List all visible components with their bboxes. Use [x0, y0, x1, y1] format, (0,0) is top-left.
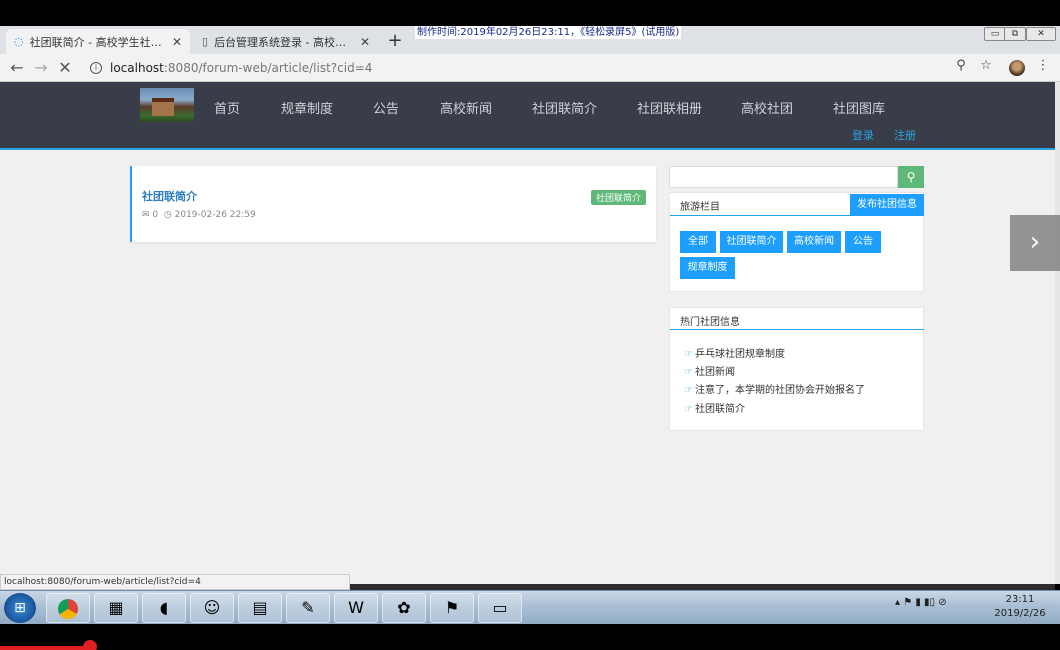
- hot-item[interactable]: ☞ 注意了，本学期的社团协会开始报名了: [684, 381, 865, 396]
- nav-clubs[interactable]: 高校社团: [741, 98, 793, 117]
- back-arrow-icon[interactable]: ←: [8, 58, 26, 78]
- info-icon[interactable]: i: [90, 62, 102, 74]
- clock-date: 2019/2/26: [994, 608, 1046, 619]
- category-badge: 社团联简介: [590, 190, 646, 205]
- zoom-icon[interactable]: ⚲: [952, 58, 970, 73]
- site-header: 首页 规章制度 公告 高校新闻 社团联简介 社团联相册 高校社团 社团图库 登录…: [0, 82, 1055, 150]
- divider: [670, 329, 924, 330]
- register-link[interactable]: 注册: [894, 127, 916, 143]
- site-logo[interactable]: [140, 88, 194, 122]
- category-button-rules[interactable]: 规章制度: [680, 257, 735, 279]
- nav-album[interactable]: 社团联相册: [637, 98, 702, 117]
- url-text: localhost:8080/forum-web/article/list?ci…: [110, 61, 373, 75]
- divider: [670, 215, 851, 216]
- loading-spinner-icon: ◌: [14, 35, 24, 48]
- tab-inactive[interactable]: ▯ 后台管理系统登录 - 高校学生社团 ✕: [194, 29, 378, 54]
- start-button[interactable]: ⊞: [4, 593, 36, 623]
- restore-button[interactable]: ⧉: [1004, 27, 1026, 41]
- category-button-news[interactable]: 高校新闻: [787, 231, 841, 253]
- browser-toolbar: ← → ✕ i localhost:8080/forum-web/article…: [0, 54, 1060, 82]
- nav-gallery[interactable]: 社团图库: [833, 98, 885, 117]
- article-meta: ✉ 0 ◷ 2019-02-26 22:59: [142, 210, 256, 220]
- tab-close-icon[interactable]: ✕: [360, 35, 370, 49]
- chrome-icon[interactable]: [46, 593, 90, 623]
- page-icon: ▯: [202, 35, 209, 48]
- thumbs-up-icon: ☞: [684, 367, 693, 378]
- hot-item[interactable]: ☞ 社团联简介: [684, 400, 745, 415]
- screen-recorder-icon[interactable]: ✿: [382, 593, 426, 623]
- page-scrollbar[interactable]: [1055, 82, 1060, 584]
- recording-indicator: [83, 640, 97, 650]
- search-icon: ⚲: [906, 170, 916, 184]
- menu-dots-icon[interactable]: ⋮: [1034, 58, 1052, 73]
- hot-panel-title: 热门社团信息: [680, 317, 740, 328]
- comment-icon: ✉: [142, 210, 150, 220]
- nav-news[interactable]: 高校新闻: [440, 98, 492, 117]
- category-panel-title: 旅游栏目: [680, 202, 720, 213]
- article-title[interactable]: 社团联简介: [142, 188, 197, 204]
- file-explorer-icon[interactable]: ▭: [478, 593, 522, 623]
- thumbs-up-icon: ☞: [684, 385, 693, 396]
- page-viewport: 首页 规章制度 公告 高校新闻 社团联简介 社团联相册 高校社团 社团图库 登录…: [0, 82, 1060, 584]
- windows-taskbar: ⊞ ▦ ◖ ☺ ▤ ✎ W ✿ ⚑ ▭ ▴ ⚑ ▮ ▮▯ ⊘ 23:11 201…: [0, 590, 1060, 624]
- category-button-intro[interactable]: 社团联简介: [720, 231, 783, 253]
- bookmark-star-icon[interactable]: ☆: [977, 58, 995, 73]
- tab-close-icon[interactable]: ✕: [172, 35, 182, 49]
- stop-loading-icon[interactable]: ✕: [56, 58, 74, 78]
- screen: ◌ 社团联简介 - 高校学生社团管理系 ✕ ▯ 后台管理系统登录 - 高校学生社…: [0, 0, 1060, 650]
- category-button-announcements[interactable]: 公告: [845, 231, 881, 253]
- word-icon[interactable]: W: [334, 593, 378, 623]
- wechat-icon[interactable]: ☺: [190, 593, 234, 623]
- app-icon[interactable]: ▤: [238, 593, 282, 623]
- address-bar[interactable]: i localhost:8080/forum-web/article/list?…: [84, 57, 1004, 79]
- next-chevron-icon[interactable]: ›: [1010, 215, 1060, 271]
- hot-panel: 热门社团信息 ☞ 乒乓球社团规章制度 ☞ 社团新闻 ☞ 注意了，本学期的社团协会开始报…: [669, 307, 924, 431]
- recorder-watermark: 制作时间:2019年02月26日23:11，《轻松录屏5》(试用版): [415, 26, 682, 39]
- app-icon[interactable]: ◖: [142, 593, 186, 623]
- app-icon[interactable]: ✎: [286, 593, 330, 623]
- category-panel: 旅游栏目 发布社团信息 全部 社团联简介 高校新闻 公告 规章制度: [669, 192, 924, 292]
- app-icon[interactable]: ▦: [94, 593, 138, 623]
- article-card[interactable]: 社团联简介 ✉ 0 ◷ 2019-02-26 22:59 社团联简介: [130, 166, 656, 242]
- minimize-button[interactable]: ▭: [984, 27, 1006, 41]
- nav-rules[interactable]: 规章制度: [281, 98, 333, 117]
- clock-icon: ◷: [163, 210, 172, 220]
- clock-time: 23:11: [1005, 594, 1035, 605]
- tab-active[interactable]: ◌ 社团联简介 - 高校学生社团管理系 ✕: [6, 29, 190, 54]
- publish-button[interactable]: 发布社团信息: [850, 194, 924, 216]
- tab-title: 社团联简介 - 高校学生社团管理系: [29, 35, 166, 49]
- app-icon[interactable]: ⚑: [430, 593, 474, 623]
- close-window-button[interactable]: ✕: [1026, 27, 1056, 41]
- system-tray[interactable]: ▴ ⚑ ▮ ▮▯ ⊘: [895, 597, 947, 608]
- profile-avatar[interactable]: [1009, 60, 1025, 76]
- search-input[interactable]: [669, 166, 898, 188]
- nav-home[interactable]: 首页: [214, 98, 240, 117]
- hot-item[interactable]: ☞ 社团新闻: [684, 363, 735, 378]
- forward-arrow-icon[interactable]: →: [32, 58, 50, 78]
- search-button[interactable]: ⚲: [898, 166, 924, 188]
- status-url-bubble: localhost:8080/forum-web/article/list?ci…: [0, 574, 350, 590]
- thumbs-up-icon: ☞: [684, 349, 693, 360]
- thumbs-up-icon: ☞: [684, 404, 693, 415]
- new-tab-button[interactable]: +: [386, 30, 404, 51]
- login-link[interactable]: 登录: [852, 127, 874, 143]
- nav-announcements[interactable]: 公告: [373, 98, 399, 117]
- nav-union-intro[interactable]: 社团联简介: [532, 98, 597, 117]
- hot-item[interactable]: ☞ 乒乓球社团规章制度: [684, 345, 785, 360]
- recording-progress-bar: [0, 646, 84, 650]
- article-date: 2019-02-26 22:59: [174, 210, 256, 220]
- clock[interactable]: 23:11 2019/2/26: [990, 593, 1050, 621]
- comment-count: 0: [152, 210, 159, 220]
- tab-title: 后台管理系统登录 - 高校学生社团: [214, 35, 354, 49]
- category-button-all[interactable]: 全部: [680, 231, 716, 253]
